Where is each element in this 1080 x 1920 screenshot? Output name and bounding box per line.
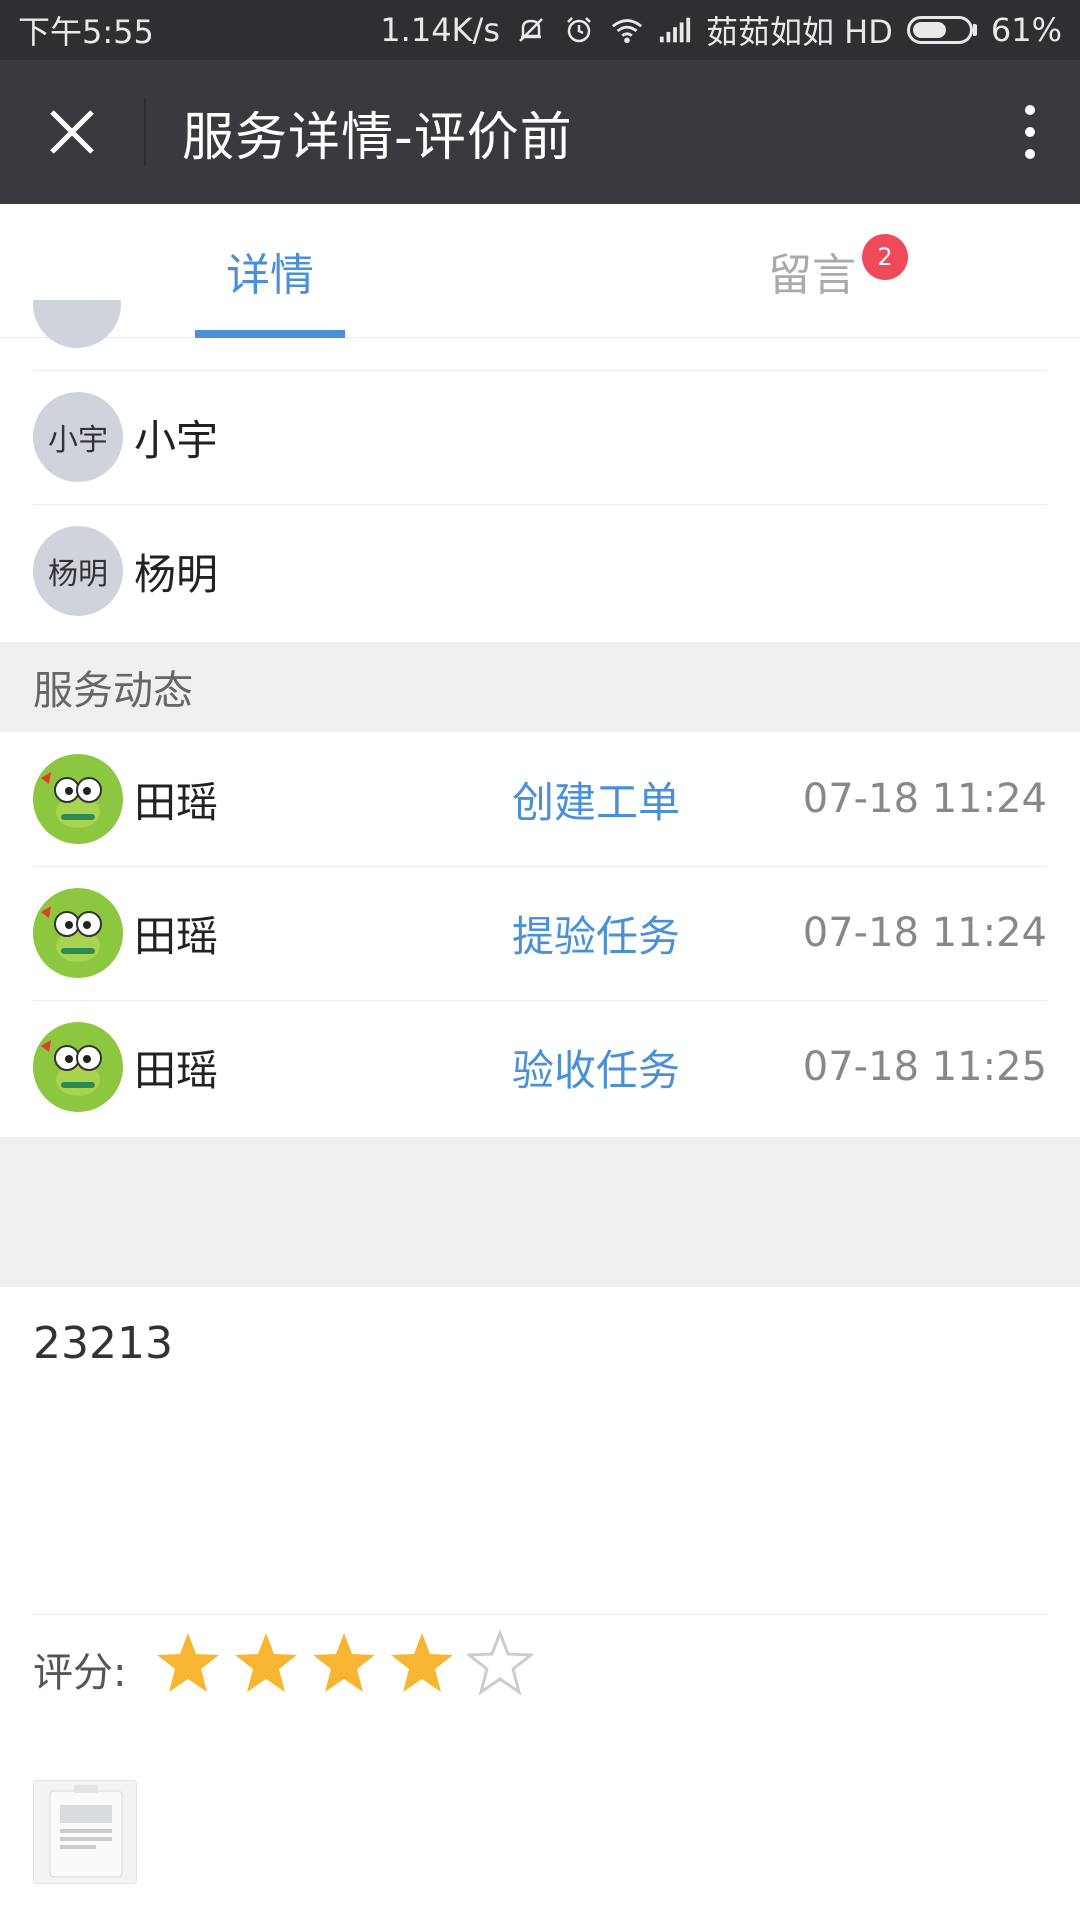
attachment-thumbnail[interactable] — [33, 1780, 137, 1884]
activity-time: 07-18 11:24 — [802, 776, 1047, 822]
page-title: 服务详情-评价前 — [182, 107, 573, 168]
row-divider — [33, 1000, 1047, 1001]
activity-row: 田瑶 提验任务 07-18 11:24 — [0, 866, 1080, 1000]
list-item: 杨明 杨明 — [0, 504, 1080, 638]
activity-action-link[interactable]: 提验任务 — [512, 903, 680, 964]
mute-icon — [514, 13, 548, 47]
frog-avatar-icon — [33, 1022, 123, 1112]
actor-name: 田瑶 — [134, 911, 219, 961]
star-filled-icon[interactable] — [233, 1630, 299, 1696]
battery-percent: 61% — [990, 11, 1062, 49]
frog-avatar-icon — [33, 888, 123, 978]
status-right: 1.14K/s 茹茹如如 HD 61% — [380, 7, 1062, 53]
activity-row: 田瑶 创建工单 07-18 11:24 — [0, 732, 1080, 866]
tab-details-label: 详情 — [226, 250, 314, 301]
page: 下午5:55 1.14K/s 茹茹如如 HD 61% 服务详情-评价前 详情 留… — [0, 0, 1080, 1920]
star-empty-icon[interactable] — [467, 1630, 533, 1696]
star-filled-icon[interactable] — [311, 1630, 377, 1696]
close-button[interactable] — [0, 60, 144, 204]
avatar: 杨明 — [33, 526, 123, 616]
activity-time: 07-18 11:25 — [802, 1044, 1047, 1090]
activity-action-link[interactable]: 创建工单 — [512, 769, 680, 830]
tab-messages-label: 留言 — [768, 250, 856, 301]
rating-label: 评分: — [33, 1650, 127, 1696]
actor-name: 田瑶 — [134, 1045, 219, 1095]
network-speed: 1.14K/s — [380, 11, 500, 49]
activity-time: 07-18 11:24 — [802, 910, 1047, 956]
more-vertical-icon — [1025, 105, 1035, 159]
row-divider — [33, 370, 1047, 371]
tab-bar: 详情 留言 — [0, 204, 1080, 338]
member-name: 小宇 — [134, 415, 219, 465]
member-name: 杨明 — [134, 549, 219, 599]
section-spacer — [0, 1137, 1080, 1287]
row-divider — [33, 866, 1047, 867]
rating-stars[interactable] — [155, 1630, 533, 1696]
app-header: 服务详情-评价前 — [0, 60, 1080, 204]
star-filled-icon[interactable] — [389, 1630, 455, 1696]
wifi-icon — [610, 13, 644, 47]
section-title-activity: 服务动态 — [0, 642, 1080, 732]
star-filled-icon[interactable] — [155, 1630, 221, 1696]
close-icon — [50, 110, 94, 154]
status-bar: 下午5:55 1.14K/s 茹茹如如 HD 61% — [0, 0, 1080, 60]
signal-icon — [658, 13, 692, 47]
header-divider — [144, 99, 146, 165]
evaluation-note: 23213 — [33, 1318, 173, 1369]
avatar: 小宇 — [33, 392, 123, 482]
active-tab-indicator — [195, 330, 345, 338]
activity-action-link[interactable]: 验收任务 — [512, 1037, 680, 1098]
carrier-name: 茹茹如如 HD — [705, 13, 893, 51]
battery-icon — [906, 16, 977, 44]
actor-name: 田瑶 — [134, 777, 219, 827]
row-divider — [33, 1614, 1047, 1615]
meter-device-image — [49, 1785, 123, 1878]
tab-messages[interactable]: 留言 — [762, 204, 862, 338]
activity-row: 田瑶 验收任务 07-18 11:25 — [0, 1000, 1080, 1134]
status-time: 下午5:55 — [18, 13, 154, 51]
messages-count-badge: 2 — [862, 234, 908, 280]
list-item: 小宇 小宇 — [0, 370, 1080, 504]
avatar — [33, 300, 121, 348]
row-divider — [33, 504, 1047, 505]
alarm-icon — [562, 13, 596, 47]
frog-avatar-icon — [33, 754, 123, 844]
tab-details[interactable]: 详情 — [195, 204, 345, 338]
more-options-button[interactable] — [980, 60, 1080, 204]
